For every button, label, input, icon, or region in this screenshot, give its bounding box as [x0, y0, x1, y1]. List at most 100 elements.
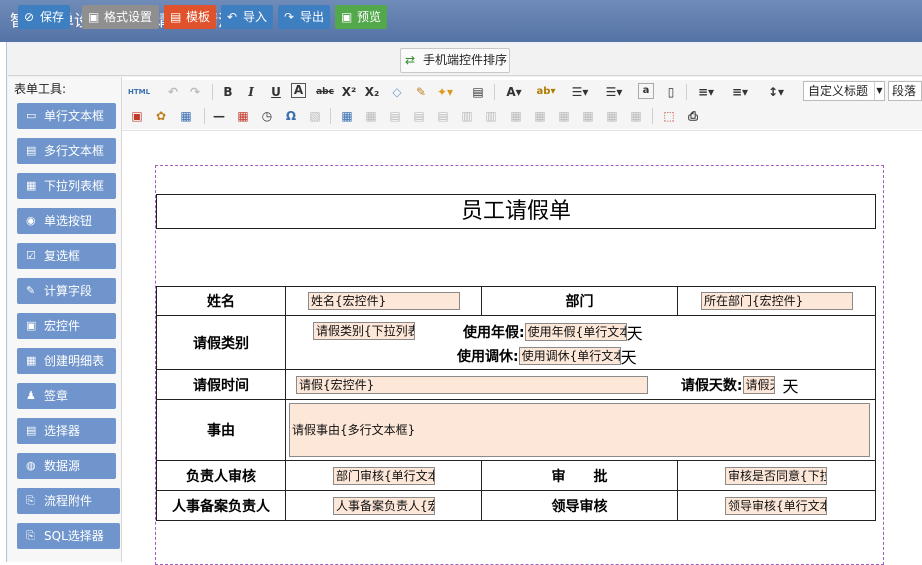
attachment-icon: ⎘ [26, 494, 35, 507]
preview-button[interactable]: ▣ 预览 [335, 5, 387, 29]
leave-time-label: 请假时间 [155, 369, 287, 400]
insert-col-icon[interactable]: ▥ [458, 107, 476, 125]
image-icon[interactable]: ▣ [128, 107, 146, 125]
snapscreen-icon[interactable]: ▧ [306, 107, 324, 125]
split-cols-icon[interactable]: ▦ [627, 107, 645, 125]
import-button[interactable]: ↶ 导入 [221, 5, 273, 29]
page-break-icon[interactable]: ▯ [662, 83, 680, 101]
delete-col-icon[interactable]: ▥ [482, 107, 500, 125]
split-cells-icon[interactable]: ▦ [579, 107, 597, 125]
highlight-color-icon[interactable]: ab▾ [532, 83, 560, 101]
tool-label: 流程附件 [44, 494, 93, 508]
format-painter-icon[interactable]: ✎ [412, 83, 430, 101]
font-border-icon[interactable]: A [291, 83, 306, 98]
paste-icon[interactable]: ▤ [469, 83, 487, 101]
delete-table-icon[interactable]: ▦ [362, 107, 380, 125]
merge-down-icon[interactable]: ▦ [555, 107, 573, 125]
export-button[interactable]: ↷ 导出 [278, 5, 330, 29]
eraser-icon[interactable]: ◇ [388, 83, 406, 101]
merge-cells-icon[interactable]: ▦ [507, 107, 525, 125]
bold-icon[interactable]: B [219, 83, 237, 101]
form-title[interactable]: 员工请假单 [156, 194, 876, 229]
template-button[interactable]: ▤ 模板 [164, 5, 216, 29]
comp-leave-field[interactable]: 使用调休{单行文本框} [518, 347, 621, 365]
superscript-icon[interactable]: X² [340, 83, 358, 101]
manager-review-field[interactable]: 部门审核{单行文本框} [333, 466, 436, 485]
row-spacing-top-icon[interactable]: ≡▾ [692, 83, 720, 101]
tool-macro[interactable]: ▣ 宏控件 [17, 313, 116, 339]
tool-sql[interactable]: ⎘ SQL选择器 [17, 523, 120, 549]
anchor-icon[interactable]: a [638, 83, 654, 99]
time-icon[interactable]: ◷ [258, 107, 276, 125]
emotion-icon[interactable]: ✿ [152, 107, 170, 125]
save-button[interactable]: ⊘ 保存 [18, 5, 70, 29]
save-icon: ⊘ [24, 10, 35, 24]
paragraph-select[interactable]: 段落 [888, 81, 922, 101]
textarea-icon: ▤ [26, 144, 37, 157]
underline-icon[interactable]: U [267, 83, 285, 101]
select-all-icon[interactable]: ⬚ [660, 107, 678, 125]
tool-signature[interactable]: ♟ 签章 [17, 383, 116, 409]
strikethrough-icon[interactable]: abc [316, 83, 334, 101]
leave-time-field[interactable]: 请假{宏控件} [296, 375, 649, 394]
ordered-list-icon[interactable]: ☰▾ [568, 83, 592, 101]
horizontal-rule-icon[interactable]: — [210, 107, 228, 125]
leave-type-field[interactable]: 请假类别{下拉列表框} [313, 322, 416, 340]
tool-detail-table[interactable]: ▦ 创建明细表 [17, 348, 116, 374]
tool-textbox[interactable]: ▭ 单行文本框 [17, 103, 116, 129]
datasource-icon: ◍ [26, 459, 36, 472]
sql-icon: ⎘ [26, 529, 35, 542]
tool-attachment[interactable]: ⎘ 流程附件 [17, 488, 120, 514]
approval-label: 审 批 [481, 460, 678, 491]
table-row: 人事备案负责人 人事备案负责人{宏控件} 领导审核 领导审核{单行文本框} [155, 490, 877, 521]
tool-checkbox[interactable]: ☑ 复选框 [17, 243, 116, 269]
reason-field[interactable]: 请假事由{多行文本框} [289, 403, 871, 457]
tool-radio[interactable]: ◉ 单选按钮 [17, 208, 116, 234]
unordered-list-icon[interactable]: ☰▾ [602, 83, 626, 101]
html-source-icon[interactable]: HTML [128, 83, 150, 101]
format-button[interactable]: ▣ 格式设置 [82, 5, 159, 29]
font-color-icon[interactable]: A▾ [502, 83, 526, 101]
italic-icon[interactable]: I [242, 83, 260, 101]
mobile-sort-button[interactable]: ⇄ 手机端控件排序 [400, 48, 510, 73]
leave-days-field[interactable]: 请假天数 [742, 375, 775, 394]
approval-field[interactable]: 审核是否同意{下拉列表框} [724, 466, 827, 485]
template-insert-icon[interactable]: ▦ [177, 107, 195, 125]
tool-datasource[interactable]: ◍ 数据源 [17, 453, 116, 479]
dept-field[interactable]: 所在部门{宏控件} [700, 292, 853, 310]
template-icon: ▤ [170, 10, 182, 24]
annual-leave-field[interactable]: 使用年假{单行文本框} [524, 323, 627, 341]
mobile-sort-icon: ⇄ [405, 53, 416, 67]
row-spacing-bottom-icon[interactable]: ≡▾ [726, 83, 754, 101]
checkbox-icon: ☑ [26, 249, 36, 262]
heading-select[interactable]: 自定义标题 ▼ [803, 81, 885, 101]
tool-label: 宏控件 [44, 319, 81, 333]
redo-icon[interactable]: ↷ [186, 83, 204, 101]
import-icon: ↶ [227, 10, 238, 24]
insert-table-icon[interactable]: ▦ [338, 107, 356, 125]
subscript-icon[interactable]: X₂ [363, 83, 381, 101]
insert-paragraph-before-table-icon[interactable]: ▤ [386, 107, 404, 125]
merge-right-icon[interactable]: ▦ [531, 107, 549, 125]
tool-dropdown[interactable]: ▦ 下拉列表框 [17, 173, 116, 199]
undo-icon[interactable]: ↶ [164, 83, 182, 101]
tool-label: 多行文本框 [44, 144, 105, 158]
table-row: 负责人审核 部门审核{单行文本框} 审 批 审核是否同意{下拉列表框} [155, 460, 877, 491]
print-icon[interactable]: ⎙ [684, 107, 702, 125]
insert-row-icon[interactable]: ▤ [410, 107, 428, 125]
line-height-icon[interactable]: ↕▾ [762, 83, 790, 101]
tool-textarea[interactable]: ▤ 多行文本框 [17, 138, 116, 164]
special-char-icon[interactable]: Ω [282, 107, 300, 125]
date-icon[interactable]: ▦ [234, 107, 252, 125]
name-field[interactable]: 姓名{宏控件} [308, 292, 461, 310]
editor-toolbar-row-1: HTML ↶ ↷ B I U A abc X² X₂ ◇ ✎ ✦▾ ▤ A▾ a… [122, 80, 922, 105]
export-icon: ↷ [284, 10, 295, 24]
split-rows-icon[interactable]: ▦ [603, 107, 621, 125]
delete-row-icon[interactable]: ▤ [434, 107, 452, 125]
magic-wand-icon[interactable]: ✦▾ [436, 83, 454, 101]
tool-calculator[interactable]: ✎ 计算字段 [17, 278, 116, 304]
tool-selector[interactable]: ▤ 选择器 [17, 418, 116, 444]
manager-review-label: 负责人审核 [155, 460, 287, 491]
hr-record-field[interactable]: 人事备案负责人{宏控件} [333, 496, 436, 515]
leader-review-field[interactable]: 领导审核{单行文本框} [724, 496, 827, 515]
